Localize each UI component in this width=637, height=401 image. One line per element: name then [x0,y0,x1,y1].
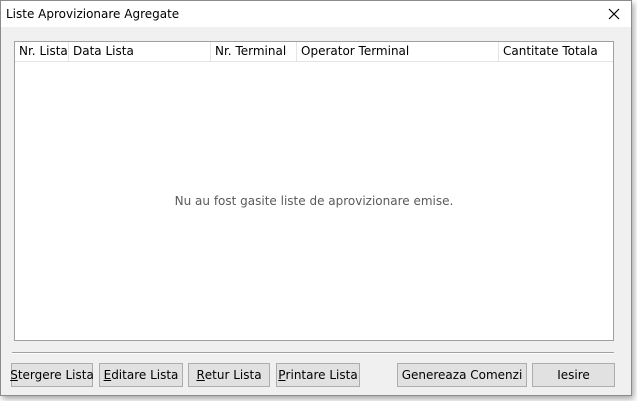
supply-lists-table[interactable]: Nr. Lista Data Lista Nr. Terminal Operat… [14,41,614,341]
column-header-total-quantity[interactable]: Cantitate Totala [499,42,613,61]
delete-list-button[interactable]: Stergere Lista [10,363,94,387]
column-header-list-number[interactable]: Nr. Lista [15,42,69,61]
separator-line [12,352,614,354]
window-title: Liste Aprovizionare Agregate [6,7,180,21]
dialog-window: Liste Aprovizionare Agregate Nr. Lista D… [0,0,632,396]
column-header-terminal-number[interactable]: Nr. Terminal [211,42,297,61]
print-list-button[interactable]: Printare Lista [276,363,360,387]
close-button[interactable] [601,3,627,25]
column-header-list-date[interactable]: Data Lista [69,42,211,61]
return-list-button[interactable]: Retur Lista [188,363,270,387]
column-header-terminal-operator[interactable]: Operator Terminal [297,42,499,61]
exit-button[interactable]: Iesire [532,363,615,387]
empty-list-message: Nu au fost gasite liste de aprovizionare… [174,194,454,208]
generate-orders-button[interactable]: Genereaza Comenzi [397,363,527,387]
table-header: Nr. Lista Data Lista Nr. Terminal Operat… [15,42,613,62]
close-icon [608,8,620,20]
title-bar[interactable]: Liste Aprovizionare Agregate [1,1,631,27]
edit-list-button[interactable]: Editare Lista [99,363,183,387]
